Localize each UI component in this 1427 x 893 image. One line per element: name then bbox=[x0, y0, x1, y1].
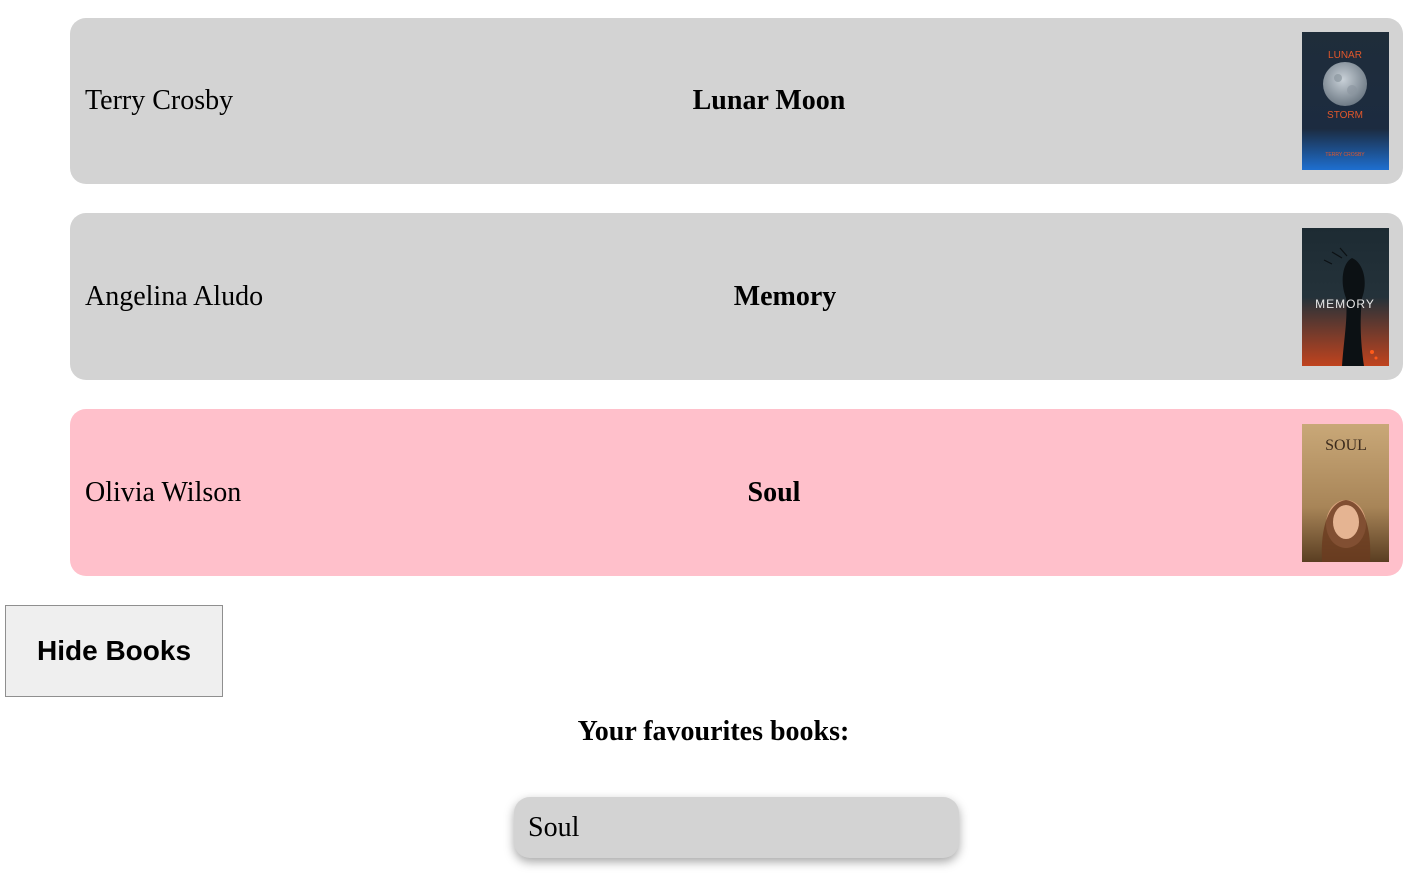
svg-text:LUNAR: LUNAR bbox=[1328, 50, 1362, 61]
svg-text:TERRY CROSBY: TERRY CROSBY bbox=[1325, 152, 1365, 158]
book-title: Memory bbox=[733, 280, 837, 312]
favorite-book-item[interactable]: Soul bbox=[514, 797, 959, 858]
svg-text:STORM: STORM bbox=[1327, 110, 1363, 121]
book-author: Terry Crosby bbox=[85, 85, 234, 116]
book-author: Angelina Aludo bbox=[85, 280, 264, 312]
book-cover-image: LUNAR STORM TERRY CROSBY bbox=[1302, 32, 1389, 170]
favorite-book-title: Soul bbox=[528, 811, 580, 843]
favorites-heading: Your favourites books: bbox=[577, 716, 850, 747]
book-row-memory[interactable]: Angelina Aludo Memory MEMORY bbox=[70, 213, 1403, 380]
book-author: Olivia Wilson bbox=[85, 476, 242, 508]
hide-books-button[interactable]: Hide Books bbox=[5, 605, 223, 697]
svg-text:SOUL: SOUL bbox=[1325, 437, 1367, 454]
book-title: Lunar Moon bbox=[692, 85, 846, 116]
svg-text:MEMORY: MEMORY bbox=[1315, 297, 1375, 311]
book-row-soul[interactable]: Olivia Wilson Soul SOUL bbox=[70, 409, 1403, 576]
book-cover-image: SOUL bbox=[1302, 424, 1389, 562]
book-row-lunar-moon[interactable]: Terry Crosby Lunar Moon LUNAR STORM TERR… bbox=[70, 18, 1403, 184]
book-cover-image: MEMORY bbox=[1302, 228, 1389, 366]
book-title: Soul bbox=[747, 476, 801, 508]
